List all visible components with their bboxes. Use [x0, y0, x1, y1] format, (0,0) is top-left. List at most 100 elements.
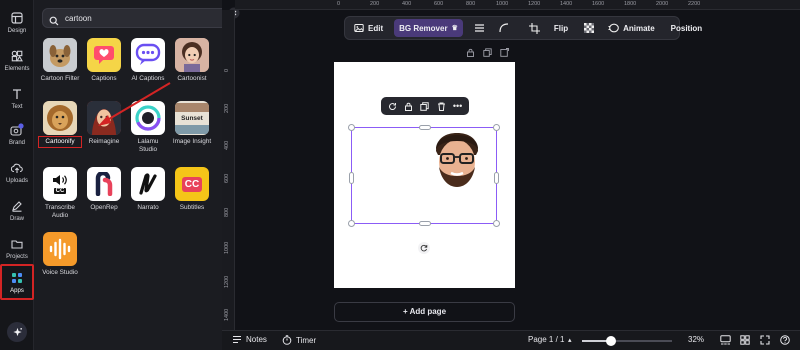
app-tile-subtitles[interactable]: CC Subtitles [172, 167, 212, 212]
image-edit-icon [354, 24, 364, 32]
ai-captions-thumbnail [131, 38, 165, 72]
captions-thumbnail [87, 38, 121, 72]
crop-button[interactable] [524, 19, 549, 37]
narrato-thumbnail [131, 167, 165, 201]
page-list-caret-icon[interactable]: ▴ [568, 336, 572, 344]
resize-handle[interactable] [349, 172, 354, 184]
app-tile-ai-captions[interactable]: AI Captions [128, 38, 168, 83]
sidebar-item-apps[interactable]: Apps [0, 264, 34, 300]
lock-icon[interactable] [404, 102, 413, 111]
rotate-handle[interactable] [418, 242, 430, 254]
app-label: Image Insight [172, 138, 212, 145]
ruler-vertical: 0 200 400 600 800 1000 1200 1400 [222, 10, 235, 330]
adjust-lines-button[interactable] [469, 19, 494, 37]
element-quick-actions: ••• [381, 97, 469, 115]
sidebar-item-elements[interactable]: Elements [0, 42, 34, 78]
ruler-tick-label: 1000 [496, 1, 509, 7]
delete-icon[interactable] [437, 102, 446, 111]
search-value: cartoon [65, 14, 92, 23]
flip-label: Flip [553, 23, 569, 33]
notes-button[interactable]: Notes [232, 335, 267, 344]
resize-handle[interactable] [348, 124, 355, 131]
page-grid-view-button[interactable] [720, 335, 735, 345]
timer-button[interactable]: Timer [282, 335, 316, 345]
sidebar-item-label: Projects [6, 253, 28, 260]
grid-view-button[interactable] [740, 335, 754, 345]
app-tile-cartoon-filter[interactable]: Cartoon Filter [40, 38, 80, 83]
cartoonist-thumbnail [175, 38, 209, 72]
projects-icon [10, 237, 24, 251]
animate-button[interactable]: Animate [603, 19, 660, 37]
zoom-value[interactable]: 32% [688, 335, 704, 344]
zoom-slider[interactable] [582, 336, 672, 346]
app-tile-narrato[interactable]: Narrato [128, 167, 168, 212]
app-tile-transcribe-audio[interactable]: CC Transcribe Audio [40, 167, 80, 220]
sidebar-item-label: Elements [4, 65, 30, 72]
ruler-tick-label: 1600 [592, 1, 605, 7]
more-options-icon[interactable]: ••• [453, 101, 462, 111]
app-tile-voice-studio[interactable]: Voice Studio [40, 232, 80, 277]
notes-icon [233, 335, 241, 344]
design-icon [10, 11, 24, 25]
app-label: Cartoon Filter [40, 75, 80, 82]
apps-icon [10, 271, 24, 285]
resize-handle[interactable] [493, 220, 500, 227]
brand-icon [10, 122, 24, 137]
sidebar-item-projects[interactable]: Projects [0, 230, 34, 266]
page-indicator[interactable]: Page 1 / 1 [528, 335, 564, 344]
ruler-tick-label: 1200 [224, 275, 230, 288]
duplicate-page-icon[interactable] [483, 48, 492, 57]
sidebar-item-brand[interactable]: Brand [0, 116, 34, 152]
transparency-button[interactable] [579, 19, 603, 37]
resize-handle[interactable] [348, 220, 355, 227]
help-button[interactable] [780, 335, 794, 345]
duplicate-icon[interactable] [420, 101, 429, 111]
transcribe-tile-text: CC [53, 188, 67, 194]
uploads-icon [10, 161, 24, 175]
help-icon [780, 335, 790, 345]
image-insight-thumbnail: Sunset [175, 101, 209, 135]
sidebar-item-text[interactable]: Text [0, 80, 34, 116]
lock-page-icon[interactable] [466, 48, 475, 57]
sidebar-item-design[interactable]: Design [0, 4, 34, 40]
sidebar-item-label: Apps [10, 287, 24, 294]
fullscreen-button[interactable] [760, 335, 774, 345]
app-tile-image-insight[interactable]: Sunset Image Insight [172, 101, 212, 146]
resize-handle[interactable] [493, 124, 500, 131]
app-tile-cartoonist[interactable]: Cartoonist [172, 38, 212, 83]
ruler-tick-label: 1800 [624, 1, 637, 7]
zoom-slider-knob[interactable] [606, 336, 616, 346]
resize-handle[interactable] [419, 221, 431, 226]
page-actions [466, 48, 509, 57]
cartoon-filter-thumbnail [43, 38, 77, 72]
edit-button[interactable]: Edit [349, 19, 388, 37]
image-insight-tile-text: Sunset [181, 114, 203, 122]
position-button[interactable]: Position [666, 19, 708, 37]
flip-button[interactable]: Flip [549, 19, 573, 37]
app-label: Cartoonify [38, 136, 82, 148]
magic-sparkle-icon [12, 327, 22, 336]
ruler-tick-label: 1200 [528, 1, 541, 7]
ruler-tick-label: 2000 [656, 1, 669, 7]
app-tile-openrep[interactable]: OpenRep [84, 167, 124, 212]
resize-handle[interactable] [419, 125, 431, 130]
ruler-tick-label: 600 [224, 173, 230, 183]
bg-remover-button[interactable]: BG Remover ♛ [394, 19, 463, 37]
resize-handle[interactable] [494, 172, 499, 184]
magic-sparkle-button[interactable] [7, 322, 27, 342]
app-tile-cartoonify[interactable]: Cartoonify [38, 101, 82, 148]
timer-label: Timer [296, 335, 317, 345]
add-page-icon[interactable] [500, 48, 509, 57]
app-tile-captions[interactable]: Captions [84, 38, 124, 83]
edit-label: Edit [368, 23, 384, 33]
ruler-horizontal: 0 200 400 600 800 1000 1200 1400 1600 18… [235, 0, 800, 10]
corner-rounding-button[interactable] [494, 19, 518, 37]
selected-image-frame[interactable] [348, 124, 500, 227]
search-input[interactable]: cartoon ✕ [42, 8, 249, 28]
rotate-reset-icon[interactable] [388, 102, 397, 111]
timer-icon [282, 335, 292, 345]
add-page-button[interactable]: + Add page [334, 302, 515, 322]
sidebar-item-draw[interactable]: Draw [0, 192, 34, 228]
sidebar-item-uploads[interactable]: Uploads [0, 154, 34, 190]
sidebar-item-label: Uploads [5, 177, 28, 184]
